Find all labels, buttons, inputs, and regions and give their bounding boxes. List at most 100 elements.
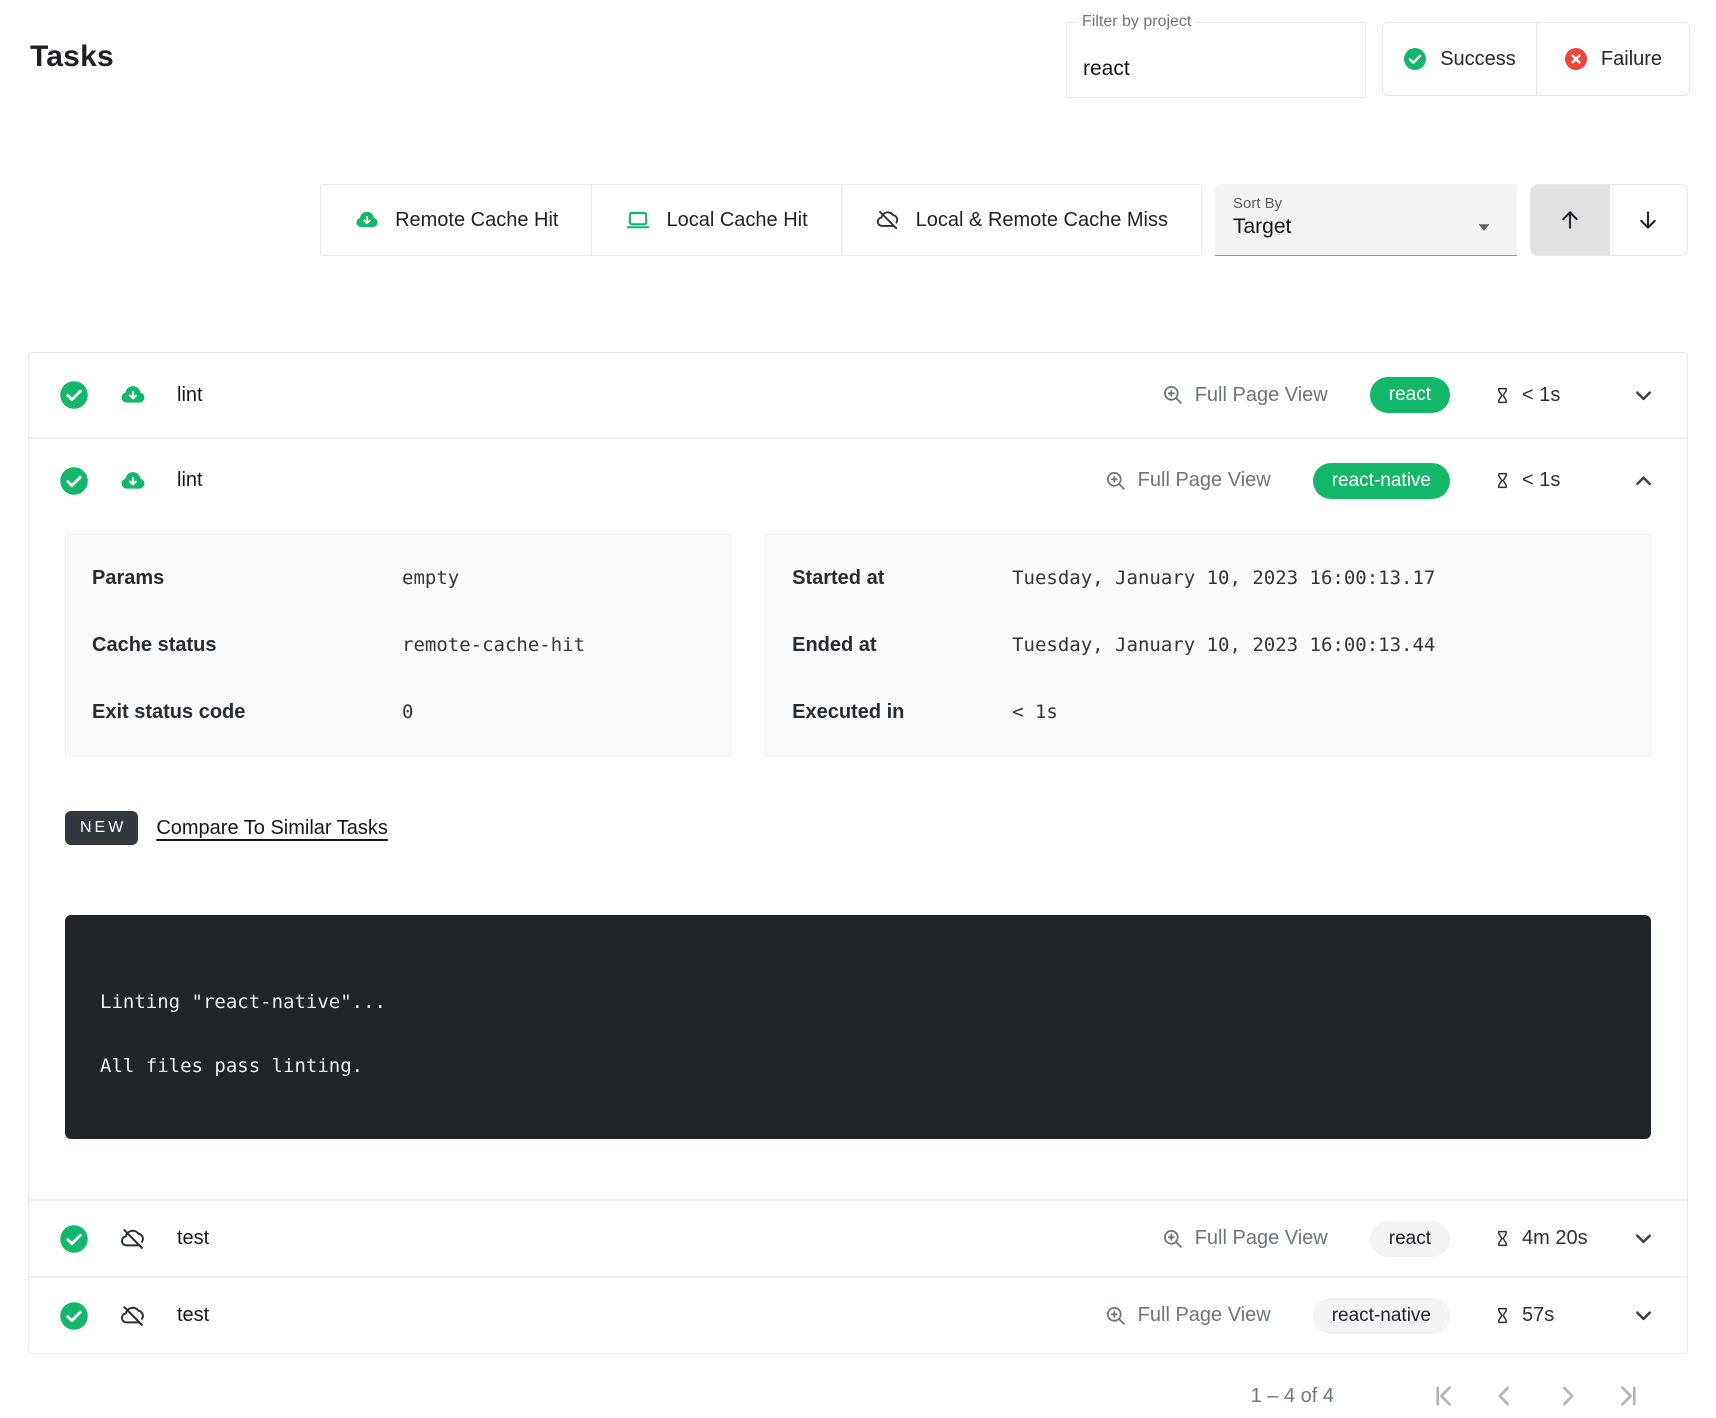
project-badge[interactable]: react-native	[1313, 1298, 1450, 1334]
detail-row: Cache status remote-cache-hit	[66, 612, 730, 679]
cloud-download-icon	[119, 381, 147, 409]
expand-chevron-icon[interactable]	[1630, 1225, 1657, 1252]
filter-label: Local & Remote Cache Miss	[916, 209, 1168, 232]
filter-label: Remote Cache Hit	[395, 209, 558, 232]
task-row-test-react[interactable]: test Full Page View react 4m 20s	[29, 1200, 1687, 1276]
full-page-view-label: Full Page View	[1195, 1227, 1328, 1250]
project-filter-label: Filter by project	[1077, 13, 1196, 31]
cloud-download-icon	[354, 207, 380, 233]
sort-by-label: Sort By	[1233, 195, 1499, 212]
filter-cache-miss[interactable]: Local & Remote Cache Miss	[842, 185, 1201, 255]
expand-chevron-icon[interactable]	[1630, 382, 1657, 409]
detail-row: Executed in < 1s	[766, 679, 1650, 746]
arrow-up-icon	[1557, 207, 1583, 233]
full-page-view-button[interactable]: Full Page View	[1161, 383, 1328, 407]
previous-page-button[interactable]	[1474, 1382, 1536, 1410]
detail-row: Ended at Tuesday, January 10, 2023 16:00…	[766, 612, 1650, 679]
first-page-button[interactable]	[1412, 1382, 1474, 1410]
first-page-icon	[1429, 1382, 1457, 1410]
chevron-left-icon	[1491, 1382, 1519, 1410]
success-filter-button[interactable]: Success	[1383, 23, 1536, 95]
full-page-view-button[interactable]: Full Page View	[1104, 469, 1271, 493]
project-badge[interactable]: react	[1370, 1221, 1450, 1257]
task-name: lint	[177, 469, 203, 492]
full-page-view-button[interactable]: Full Page View	[1104, 1304, 1271, 1328]
task-duration: 57s	[1492, 1304, 1588, 1327]
failure-icon	[1564, 47, 1588, 71]
task-duration: < 1s	[1492, 469, 1588, 492]
zoom-in-icon	[1161, 383, 1185, 407]
check-circle-icon	[59, 1301, 89, 1331]
cloud-download-icon	[119, 467, 147, 495]
terminal-line: Linting "react-native"...	[100, 991, 1616, 1013]
filter-local-cache-hit[interactable]: Local Cache Hit	[592, 185, 841, 255]
project-badge[interactable]: react-native	[1313, 463, 1450, 499]
collapse-chevron-icon[interactable]	[1630, 467, 1657, 494]
task-block: test Full Page View react 4m 20s	[29, 1199, 1687, 1276]
expand-chevron-icon[interactable]	[1630, 1302, 1657, 1329]
new-badge: NEW	[65, 811, 138, 845]
task-duration: < 1s	[1492, 384, 1588, 407]
task-name: test	[177, 1304, 209, 1327]
failure-filter-button[interactable]: Failure	[1536, 23, 1689, 95]
project-filter-input[interactable]	[1067, 23, 1365, 97]
check-circle-icon	[59, 380, 89, 410]
full-page-view-label: Full Page View	[1138, 1304, 1271, 1327]
page-title: Tasks	[30, 40, 114, 74]
page-range: 1 – 4 of 4	[1251, 1385, 1334, 1408]
detail-row: Exit status code 0	[66, 679, 730, 746]
full-page-view-label: Full Page View	[1138, 469, 1271, 492]
success-filter-label: Success	[1440, 48, 1516, 71]
task-row-test-react-native[interactable]: test Full Page View react-native 57s	[29, 1277, 1687, 1353]
task-duration: 4m 20s	[1492, 1227, 1588, 1250]
task-row-lint-react[interactable]: lint Full Page View react < 1s	[29, 353, 1687, 437]
zoom-in-icon	[1104, 469, 1128, 493]
tasks-toolbar: Remote Cache Hit Local Cache Hit Local &…	[0, 184, 1688, 256]
hourglass-icon	[1492, 385, 1513, 406]
task-list: lint Full Page View react < 1s	[28, 352, 1688, 1354]
sort-by-select[interactable]: Sort By Target	[1215, 184, 1517, 256]
chevron-right-icon	[1553, 1382, 1581, 1410]
task-info-panel: Params empty Cache status remote-cache-h…	[65, 534, 731, 757]
task-name: test	[177, 1227, 209, 1250]
zoom-in-icon	[1104, 1304, 1128, 1328]
hourglass-icon	[1492, 470, 1513, 491]
project-filter-field[interactable]: Filter by project	[1066, 22, 1366, 98]
sort-direction-group	[1530, 184, 1688, 256]
status-filter-group: Success Failure	[1382, 22, 1690, 96]
hourglass-icon	[1492, 1228, 1513, 1249]
page-header: Tasks Filter by project Success Failure	[0, 0, 1716, 98]
check-circle-icon	[59, 1224, 89, 1254]
filter-remote-cache-hit[interactable]: Remote Cache Hit	[321, 185, 592, 255]
task-name: lint	[177, 384, 203, 407]
hourglass-icon	[1492, 1305, 1513, 1326]
zoom-in-icon	[1161, 1227, 1185, 1251]
terminal-output: Linting "react-native"... All files pass…	[65, 915, 1651, 1139]
task-block: lint Full Page View react < 1s	[29, 353, 1687, 437]
laptop-icon	[625, 207, 651, 233]
last-page-button[interactable]	[1598, 1382, 1660, 1410]
pagination: 1 – 4 of 4	[0, 1382, 1660, 1410]
task-details: Params empty Cache status remote-cache-h…	[29, 534, 1687, 1139]
task-block: test Full Page View react-native 57s	[29, 1276, 1687, 1353]
compare-to-similar-tasks-link[interactable]: Compare To Similar Tasks	[156, 817, 388, 840]
cloud-off-icon	[875, 207, 901, 233]
detail-row: Params empty	[66, 545, 730, 612]
sort-ascending-button[interactable]	[1531, 185, 1609, 255]
arrow-down-icon	[1635, 207, 1661, 233]
cache-filter-group: Remote Cache Hit Local Cache Hit Local &…	[320, 184, 1202, 256]
full-page-view-label: Full Page View	[1195, 384, 1328, 407]
detail-row: Started at Tuesday, January 10, 2023 16:…	[766, 545, 1650, 612]
cloud-off-icon	[119, 1302, 147, 1330]
task-row-lint-react-native[interactable]: lint Full Page View react-native < 1s	[29, 438, 1687, 522]
failure-filter-label: Failure	[1601, 48, 1662, 71]
chevron-down-icon	[1471, 214, 1497, 240]
cloud-off-icon	[119, 1225, 147, 1253]
task-timing-panel: Started at Tuesday, January 10, 2023 16:…	[765, 534, 1651, 757]
task-block-expanded: lint Full Page View react-native < 1s	[29, 437, 1687, 1139]
full-page-view-button[interactable]: Full Page View	[1161, 1227, 1328, 1251]
sort-descending-button[interactable]	[1609, 185, 1688, 255]
terminal-line: All files pass linting.	[100, 1055, 1616, 1077]
next-page-button[interactable]	[1536, 1382, 1598, 1410]
project-badge[interactable]: react	[1370, 377, 1450, 413]
